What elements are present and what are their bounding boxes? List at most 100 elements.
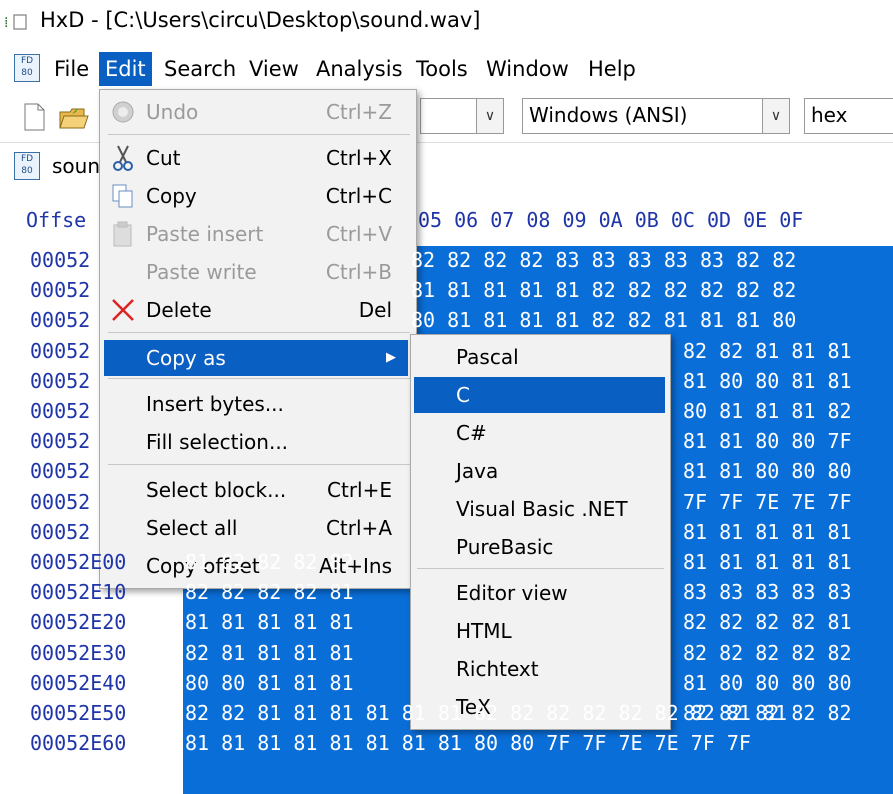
menu-item-label: C	[456, 383, 470, 407]
offset-cell: 00052	[30, 338, 91, 363]
menu-item-label: Select all	[146, 516, 238, 540]
copy-as-submenu: Pascal C C# Java Visual Basic .NET PureBasic E…	[410, 334, 671, 730]
open-folder-icon[interactable]	[58, 102, 89, 132]
offset-cell: 00052E60	[30, 731, 127, 756]
menu-help[interactable]: Help	[582, 52, 642, 86]
menu-search[interactable]: Search	[158, 52, 242, 86]
offset-cell: 00052	[30, 248, 91, 272]
copy-as-pascal[interactable]: Pascal	[414, 339, 665, 375]
hex-row[interactable]: 82 82 82 82 81	[683, 610, 852, 634]
menu-item-label: Copy as	[146, 346, 226, 370]
menu-item-label: PureBasic	[456, 535, 554, 559]
hxd-app-icon: ⁞	[4, 12, 34, 32]
menu-edit[interactable]: Edit	[99, 52, 152, 86]
menu-item-copy-as[interactable]: Copy as ▶	[104, 340, 408, 376]
menu-separator	[108, 464, 410, 465]
number-format-value: hex	[811, 103, 848, 127]
menu-analysis[interactable]: Analysis	[310, 52, 409, 86]
hex-row[interactable]: 82 81 81 81 81	[185, 641, 354, 665]
menu-view[interactable]: View	[243, 52, 305, 86]
menu-item-copy[interactable]: Copy Ctrl+C	[100, 178, 416, 214]
offset-cell: 00052E30	[30, 640, 127, 665]
hex-row[interactable]: 81 81 81 81 81	[683, 550, 852, 574]
menu-item-shortcut: Ctrl+V	[325, 222, 392, 246]
menu-item-cut[interactable]: Cut Ctrl+X	[100, 140, 416, 176]
copy-as-java[interactable]: Java	[414, 453, 665, 489]
menu-separator	[108, 378, 410, 379]
hex-column-header: Offse 05 06 07 08 09 0A 0B 0C 0D 0E 0F	[26, 208, 803, 232]
menu-item-delete[interactable]: Delete Del	[100, 292, 416, 328]
menu-item-label: C#	[456, 421, 487, 445]
hex-row[interactable]: 83 83 83 83 83	[683, 580, 852, 604]
menu-item-label: Insert bytes...	[146, 392, 284, 416]
encoding-value: Windows (ANSI)	[529, 103, 688, 127]
menu-tools[interactable]: Tools	[410, 52, 474, 86]
menu-item-label: Richtext	[456, 657, 539, 681]
hex-row[interactable]: 82 82 81 81 81	[683, 339, 852, 363]
menu-item-label: Editor view	[456, 581, 568, 605]
menu-item-select-all[interactable]: Select all Ctrl+A	[100, 510, 416, 546]
menu-item-label: Cut	[146, 146, 181, 170]
menu-item-label: Paste write	[146, 260, 257, 284]
menu-item-label: Select block...	[146, 478, 287, 502]
offset-cell: 00052	[30, 459, 91, 484]
tab-sound-wav[interactable]: soun	[52, 154, 100, 178]
hex-row[interactable]: 81 81 81 81 81 82 82 82 82 82 82	[411, 278, 796, 302]
hex-row[interactable]: 81 82 82 82 82	[185, 550, 354, 574]
hex-row[interactable]: 80 81 81 81 81 82 82 81 81 81 80	[411, 308, 796, 332]
copy-as-c[interactable]: C	[414, 377, 665, 413]
new-file-icon[interactable]	[20, 102, 48, 132]
menu-item-select-block[interactable]: Select block... Ctrl+E	[100, 472, 416, 508]
offset-cell: 00052E50	[30, 701, 127, 725]
hex-row[interactable]: 80 81 81 81 82	[683, 399, 852, 423]
delete-x-icon	[110, 296, 136, 324]
hex-row[interactable]: 81 81 80 80 80	[683, 459, 852, 483]
number-format-select[interactable]: hex	[804, 98, 893, 134]
edit-menu: Undo Ctrl+Z Cut Ctrl+X Copy Ctrl+C Paste inser…	[99, 89, 417, 589]
document-icon[interactable]: FD 80	[14, 54, 40, 82]
hex-row[interactable]: 82 82 82 82 81	[185, 580, 354, 604]
offset-cell: 00052E00	[30, 550, 127, 574]
submenu-arrow-icon: ▶	[386, 350, 396, 365]
copy-icon	[110, 182, 136, 210]
hex-row[interactable]: 80 80 81 81 81	[185, 671, 354, 695]
menu-item-paste-insert: Paste insert Ctrl+V	[100, 216, 416, 252]
hex-row[interactable]: 81 81 81 81 81 81 81 81 80 80 7F 7F 7E 7…	[185, 731, 751, 755]
copy-as-c-sharp[interactable]: C#	[414, 415, 665, 451]
copy-as-purebasic[interactable]: PureBasic	[414, 529, 665, 565]
chevron-down-icon[interactable]: ∨	[762, 99, 789, 133]
chevron-down-icon[interactable]: ∨	[476, 99, 503, 133]
menu-item-insert-bytes[interactable]: Insert bytes...	[100, 386, 416, 422]
hex-row[interactable]: 82 82 82 82 83 83 83 83 83 82 82	[411, 248, 796, 272]
offset-cell: 00052	[30, 308, 91, 333]
hex-row[interactable]: 81 80 80 81 81	[683, 369, 852, 393]
copy-as-html[interactable]: HTML	[414, 613, 665, 649]
offset-cell: 00052E20	[30, 610, 127, 635]
encoding-select[interactable]: Windows (ANSI) ∨	[522, 98, 790, 134]
offset-cell: 00052	[30, 489, 91, 514]
hex-row[interactable]: 81 81 81 81 81	[185, 610, 354, 634]
copy-as-richtext[interactable]: Richtext	[414, 651, 665, 687]
hex-row[interactable]: 82 82 81 81 81 81 81 81 82 82 82 82 82 8…	[185, 701, 787, 725]
menu-separator	[108, 134, 410, 135]
copy-as-editor-view[interactable]: Editor view	[414, 575, 665, 611]
menu-item-label: Copy	[146, 184, 197, 208]
offset-cell: 00052E10	[30, 580, 127, 605]
menu-item-label: Java	[456, 459, 499, 483]
menu-window[interactable]: Window	[480, 52, 575, 86]
offset-cell: 00052	[30, 368, 91, 393]
menu-item-label: Paste insert	[146, 222, 264, 246]
menu-file[interactable]: File	[48, 52, 95, 86]
hex-row[interactable]: 81 81 81 81 81	[683, 520, 852, 544]
menu-item-fill-selection[interactable]: Fill selection...	[100, 424, 416, 460]
hex-row[interactable]: 81 80 80 80 80	[683, 671, 852, 695]
hex-row[interactable]: 81 81 80 80 7F	[683, 429, 852, 453]
undo-icon	[110, 98, 136, 126]
document-icon: FD 80	[14, 152, 40, 180]
hex-row[interactable]: 7F 7F 7E 7E 7F	[683, 490, 852, 514]
hex-row[interactable]: 82 82 82 82 82	[683, 641, 852, 665]
menu-item-label: Fill selection...	[146, 430, 289, 454]
toolbar-combo-1[interactable]: ∨	[420, 98, 504, 134]
copy-as-visual-basic-net[interactable]: Visual Basic .NET	[414, 491, 665, 527]
window-title: HxD - [C:\Users\circu\Desktop\sound.wav]	[40, 8, 481, 32]
